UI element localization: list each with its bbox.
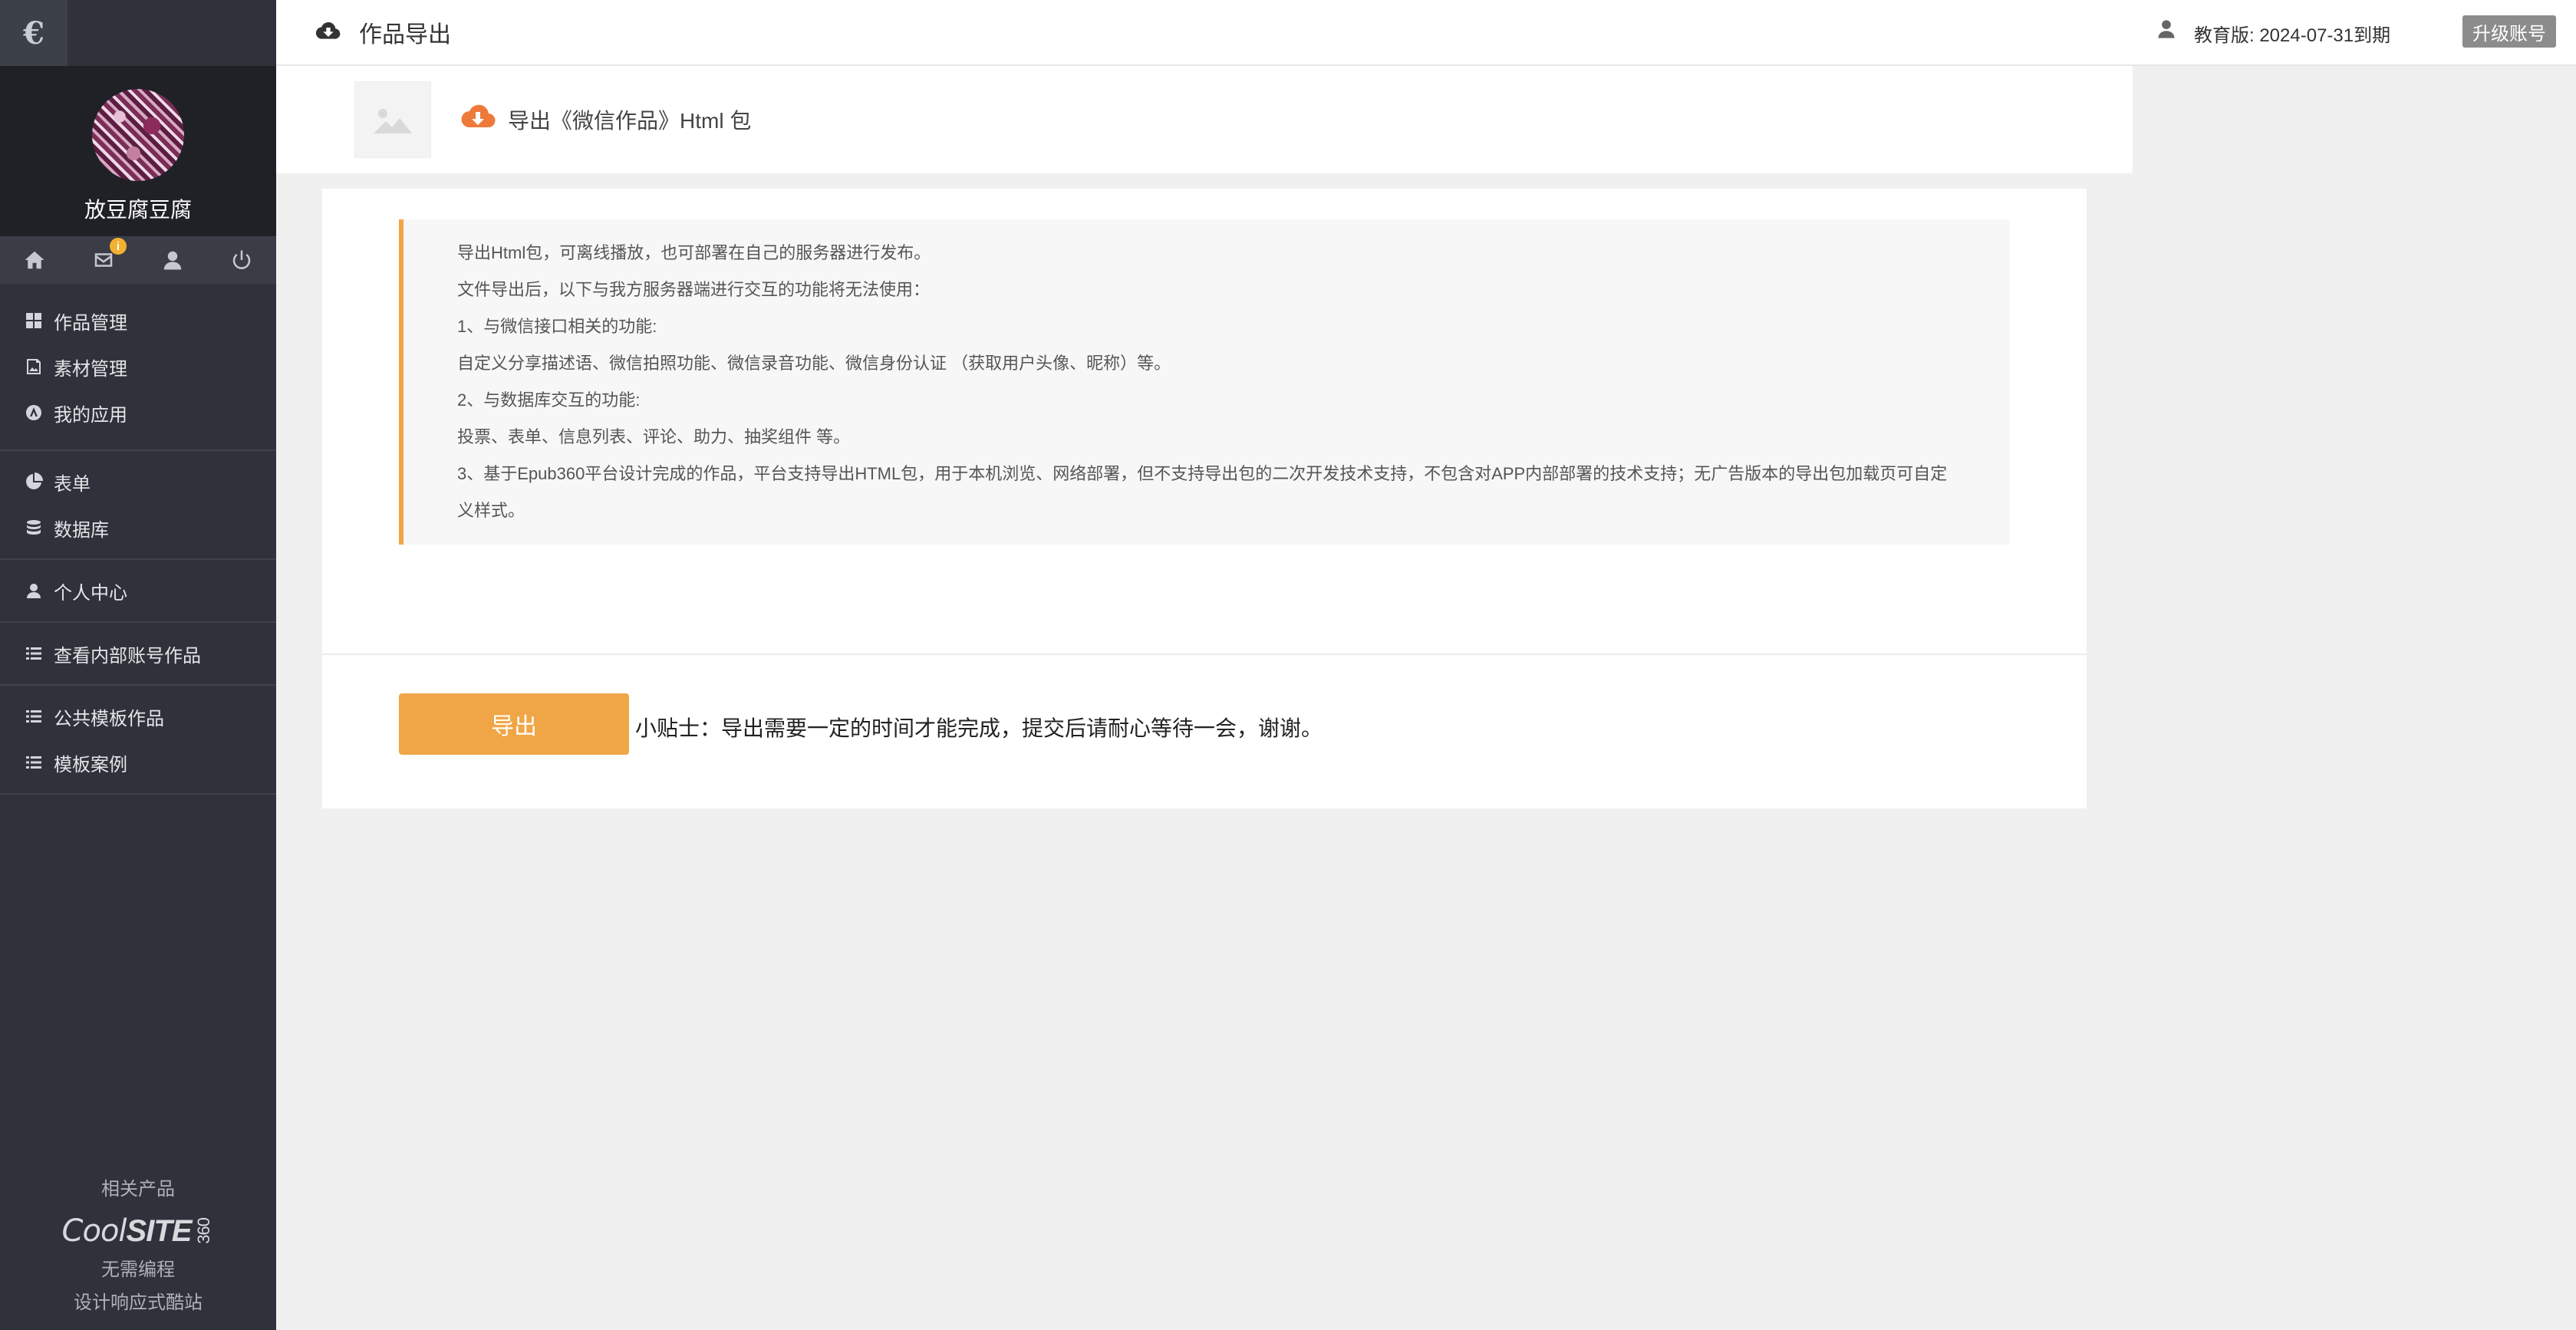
nav-item-database[interactable]: 数据库 [0,505,276,551]
nav-label: 我的应用 [54,404,127,426]
username: 放豆腐豆腐 [84,198,192,222]
avatar[interactable] [92,89,184,181]
nav-group-templates: 公共模板作品 模板案例 [0,686,276,795]
nav-label: 表单 [54,473,91,495]
list-icon [26,647,41,660]
nav-label: 个人中心 [54,582,127,604]
notice-line: 导出Html包，可离线播放，也可部署在自己的服务器进行发布。 [457,243,931,262]
nav-group-works: 作品管理 素材管理 我的应用 [0,284,276,451]
coolsite-logo[interactable]: Cool SITE 360 [0,1213,276,1249]
work-header: 导出《微信作品》Html 包 [276,66,2133,173]
export-title: 导出《微信作品》Html 包 [508,109,752,133]
notice-line: 投票、表单、信息列表、评论、助力、抽奖组件 等。 [457,427,851,446]
home-button[interactable] [0,236,69,284]
nav-label: 素材管理 [54,358,127,380]
mail-badge: i [110,238,127,255]
notice-line: 文件导出后，以下与我方服务器端进行交互的功能将无法使用： [457,280,931,299]
image-icon [27,359,41,374]
nav-label: 公共模板作品 [54,708,164,729]
cloud-download-icon [460,101,496,132]
pie-chart-icon [26,472,43,489]
nav-label: 作品管理 [54,312,127,334]
nav-item-forms[interactable]: 表单 [0,459,276,505]
app-icon [26,405,41,420]
mail-button[interactable] [69,236,138,284]
nav-label: 查看内部账号作品 [54,645,201,667]
nav-item-works[interactable]: 作品管理 [0,298,276,344]
quick-icon-bar [0,236,276,284]
notice-line: 3、基于Epub360平台设计完成的作品，平台支持导出HTML包，用于本机浏览、… [457,464,1948,520]
logout-button[interactable] [207,236,276,284]
app-logo[interactable]: € [0,0,68,66]
user-icon [163,251,182,270]
notice-line: 2、与数据库交互的功能: [457,390,641,410]
card-divider [322,653,2087,655]
export-tip: 小贴士：导出需要一定的时间才能完成，提交后请耐心等待一会，谢谢。 [635,716,1323,740]
logo-glyph: € [23,15,44,51]
logo-cool: Cool [61,1213,127,1249]
upgrade-account-button[interactable]: 升级账号 [2462,15,2556,48]
export-notice: 导出Html包，可离线播放，也可部署在自己的服务器进行发布。 文件导出后，以下与… [399,219,2010,545]
logo-360: 360 [194,1218,214,1244]
sidebar-footer: 相关产品 Cool SITE 360 无需编程 设计响应式酷站 [0,1174,276,1314]
export-button[interactable]: 导出 [399,693,629,755]
profile-area: 放豆腐豆腐 [0,66,276,236]
nav-group-internal: 查看内部账号作品 [0,623,276,686]
related-products-label: 相关产品 [101,1179,175,1200]
home-icon [25,251,44,269]
logo-site: SITE [126,1213,193,1248]
profile-button[interactable] [138,236,207,284]
edition-expiry: 教育版: 2024-07-31到期 [2194,25,2391,46]
nav-group-personal: 个人中心 [0,560,276,623]
sidebar: € 放豆腐豆腐 i 作品管理 素材管理 我的应用 表单 数据库 个人中心 查看内… [0,0,276,1330]
sidebar-top-strip [68,0,276,66]
list-icon [26,710,41,723]
notice-line: 自定义分享描述语、微信拍照功能、微信录音功能、微信身份认证 （获取用户头像、昵称… [457,354,1171,373]
nav-item-materials[interactable]: 素材管理 [0,344,276,390]
nav-item-personal-center[interactable]: 个人中心 [0,568,276,614]
nav-item-public-templates[interactable]: 公共模板作品 [0,693,276,739]
nav-item-internal-works[interactable]: 查看内部账号作品 [0,630,276,677]
notice-line: 1、与微信接口相关的功能: [457,317,657,336]
top-bar: 作品导出 教育版: 2024-07-31到期 升级账号 [276,0,2576,66]
grid-icon [26,313,41,328]
work-thumbnail [354,81,431,158]
nav-item-apps[interactable]: 我的应用 [0,390,276,436]
user-icon [27,584,41,598]
list-icon [26,756,41,769]
nav-label: 数据库 [54,519,109,541]
cloud-download-icon [315,18,341,43]
power-icon [232,250,251,269]
image-placeholder-icon [371,103,415,137]
database-icon [27,520,41,535]
footer-slogan-1: 无需编程 [101,1259,175,1280]
nav-item-template-cases[interactable]: 模板案例 [0,739,276,785]
footer-slogan-2: 设计响应式酷站 [74,1292,203,1313]
account-user-icon [2156,18,2177,40]
nav-group-data: 表单 数据库 [0,451,276,560]
page-title: 作品导出 [359,22,451,48]
export-card: 导出Html包，可离线播放，也可部署在自己的服务器进行发布。 文件导出后，以下与… [322,189,2087,808]
nav-label: 模板案例 [54,754,127,775]
